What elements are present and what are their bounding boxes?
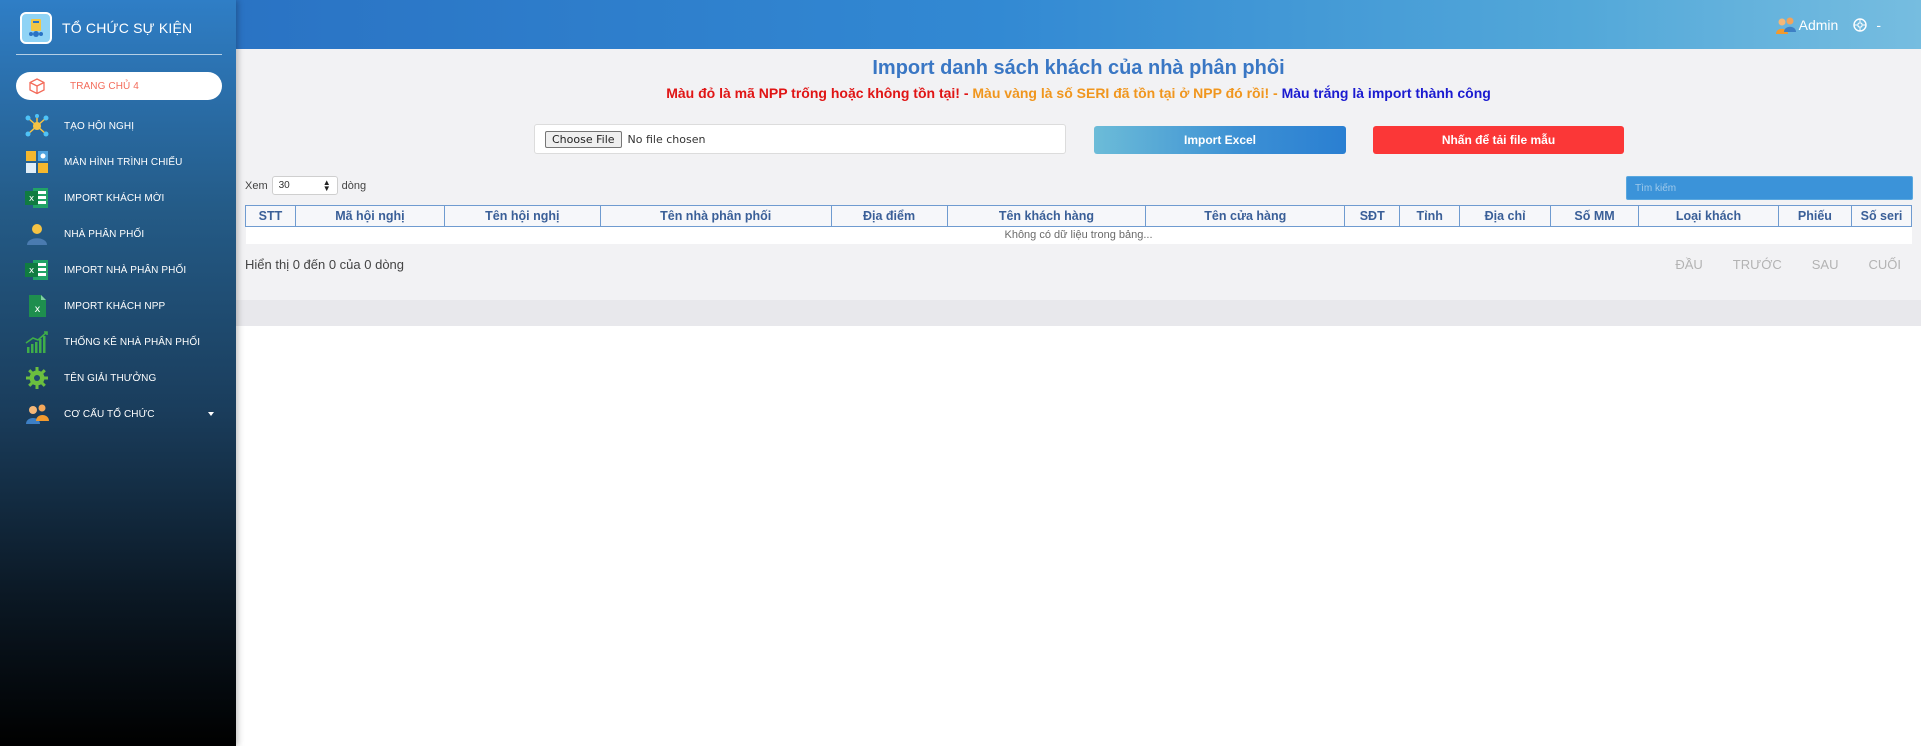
brand[interactable]: TỔ CHỨC SỰ KIỆN (20, 12, 192, 44)
sidebar-item-label: CƠ CẤU TỔ CHỨC (64, 408, 155, 420)
column-header-loai-khach[interactable]: Loại khách (1638, 205, 1779, 227)
page-length-prefix: Xem (245, 179, 268, 192)
search-placeholder: Tìm kiếm (1635, 182, 1677, 194)
brand-divider (16, 54, 222, 55)
sidebar-item-nha-phan-phoi[interactable]: NHÀ PHÂN PHỐI (0, 216, 236, 252)
page-length-select[interactable]: 30 ▲ ▼ (271, 176, 338, 195)
content-footer-bar (236, 300, 1921, 326)
legend-blue-text: Màu trắng là import thành công (1281, 85, 1491, 101)
avatar (1775, 16, 1797, 34)
table-row: Không có dữ liệu trong bảng... (245, 226, 1912, 244)
sidebar-item-label: TRANG CHỦ 4 (70, 80, 139, 92)
column-header-ten-hoi-nghi[interactable]: Tên hội nghị (443, 205, 601, 227)
user-extra: - (1876, 17, 1881, 33)
sidebar-item-thong-ke-nha-phan-phoi[interactable]: THỐNG KÊ NHÀ PHÂN PHỐI (0, 324, 236, 360)
column-header-so-mm[interactable]: Số MM (1550, 205, 1640, 227)
page-length-control: Xem 30 ▲ ▼ dòng (245, 176, 366, 195)
column-header-so-seri[interactable]: Số seri (1850, 205, 1913, 227)
column-header-dia-diem[interactable]: Địa điểm (830, 205, 948, 227)
legend-red-text: Màu đỏ là mã NPP trống hoặc không tồn tạ… (666, 85, 969, 101)
page-title: Import danh sách khách của nhà phân phôi (872, 57, 1285, 79)
column-header-ma-hoi-nghi[interactable]: Mã hội nghị (294, 205, 445, 227)
pagination-next[interactable]: SAU (1812, 257, 1839, 272)
color-legend: Màu đỏ là mã NPP trống hoặc không tồn tạ… (236, 85, 1921, 101)
person-icon (24, 221, 50, 247)
screen-grid-icon (24, 149, 50, 175)
select-arrows-icon: ▲ ▼ (322, 178, 331, 193)
file-input[interactable]: Choose File No file chosen (534, 124, 1066, 154)
excel-icon: x (24, 185, 50, 211)
column-header-dia-chi[interactable]: Địa chỉ (1459, 205, 1552, 227)
sidebar-item-tao-hoi-nghi[interactable]: TẠO HỘI NGHỊ (0, 108, 236, 144)
svg-text:x: x (29, 266, 35, 276)
column-header-stt[interactable]: STT (245, 205, 296, 227)
people-icon (24, 401, 50, 427)
svg-text:x: x (29, 194, 35, 204)
sidebar-item-label: IMPORT KHÁCH MỜI (64, 192, 165, 204)
sidebar-item-import-khach-npp[interactable]: x IMPORT KHÁCH NPP (0, 288, 236, 324)
excel-icon: x (24, 257, 50, 283)
download-sample-button[interactable]: Nhấn để tải file mẫu (1373, 126, 1624, 154)
app-title: TỔ CHỨC SỰ KIỆN (62, 20, 193, 36)
sidebar-item-label: MÀN HÌNH TRÌNH CHIẾU (64, 156, 183, 168)
choose-file-button[interactable]: Choose File (545, 130, 622, 148)
excel-file-icon: x (24, 293, 50, 319)
sidebar-item-import-nha-phan-phoi[interactable]: x IMPORT NHÀ PHÂN PHỐI (0, 252, 236, 288)
gear-icon (24, 365, 50, 391)
table-header-row: STT Mã hội nghị Tên hội nghị Tên nhà phâ… (245, 205, 1913, 227)
sidebar-item-label: THỐNG KÊ NHÀ PHÂN PHỐI (64, 336, 201, 348)
app-logo-icon (20, 12, 52, 44)
page-length-suffix: dòng (341, 179, 367, 192)
svg-text:x: x (35, 304, 41, 315)
page-length-value: 30 (278, 180, 290, 191)
column-header-ten-cua-hang[interactable]: Tên cửa hàng (1145, 205, 1346, 227)
user-name[interactable]: Admin (1799, 17, 1839, 33)
import-excel-button[interactable]: Import Excel (1094, 126, 1346, 154)
pagination: ĐẦU TRƯỚC SAU CUỐI (1645, 257, 1901, 272)
data-table: STT Mã hội nghị Tên hội nghị Tên nhà phâ… (245, 205, 1913, 244)
table-info: Hiển thị 0 đến 0 của 0 dòng (245, 257, 405, 272)
growth-chart-icon (24, 329, 50, 355)
pagination-first[interactable]: ĐẦU (1675, 257, 1702, 272)
sidebar-item-co-cau-to-chuc[interactable]: CƠ CẤU TỔ CHỨC (0, 396, 236, 432)
legend-orange-text: Màu vàng là số SERI đã tồn tại ở NPP đó … (972, 85, 1278, 101)
main-content: Import danh sách khách của nhà phân phôi… (236, 49, 1921, 326)
sidebar-item-label: IMPORT KHÁCH NPP (64, 300, 166, 312)
sidebar-item-trang-chu[interactable]: TRANG CHỦ 4 (16, 72, 222, 100)
sidebar-item-label: NHÀ PHÂN PHỐI (64, 228, 145, 240)
column-header-phieu[interactable]: Phiếu (1777, 205, 1852, 227)
file-status: No file chosen (627, 132, 706, 146)
sidebar-item-label: IMPORT NHÀ PHÂN PHỐI (64, 264, 187, 276)
sidebar-item-label: TÊN GIẢI THƯỞNG (64, 372, 157, 384)
top-bar: Admin - (236, 0, 1921, 49)
settings-icon[interactable] (1852, 17, 1868, 33)
sidebar-item-man-hinh-trinh-chieu[interactable]: MÀN HÌNH TRÌNH CHIẾU (0, 144, 236, 180)
column-header-ten-khach-hang[interactable]: Tên khách hàng (946, 205, 1147, 227)
search-input[interactable]: Tìm kiếm (1626, 176, 1913, 200)
pagination-last[interactable]: CUỐI (1869, 257, 1902, 272)
chevron-down-icon[interactable] (208, 412, 214, 416)
cube-icon (24, 73, 50, 99)
column-header-tinh[interactable]: Tỉnh (1399, 205, 1461, 227)
column-header-sdt[interactable]: SĐT (1344, 205, 1401, 227)
sidebar-item-import-khach-moi[interactable]: x IMPORT KHÁCH MỜI (0, 180, 236, 216)
sidebar-item-label: TẠO HỘI NGHỊ (64, 120, 135, 132)
empty-table-message: Không có dữ liệu trong bảng... (245, 226, 1912, 244)
network-icon (24, 113, 50, 139)
column-header-ten-nha-phan-phoi[interactable]: Tên nhà phân phối (599, 205, 832, 227)
sidebar-item-ten-giai-thuong[interactable]: TÊN GIẢI THƯỞNG (0, 360, 236, 396)
pagination-previous[interactable]: TRƯỚC (1733, 257, 1782, 272)
sidebar-nav: TRANG CHỦ 4 TẠO HỘI NGHỊ MÀN HÌNH TRÌNH … (0, 72, 236, 432)
user-menu[interactable]: Admin - (1775, 16, 1881, 34)
sidebar: TỔ CHỨC SỰ KIỆN TRANG CHỦ 4 TẠO HỘI NGHỊ (0, 0, 236, 746)
